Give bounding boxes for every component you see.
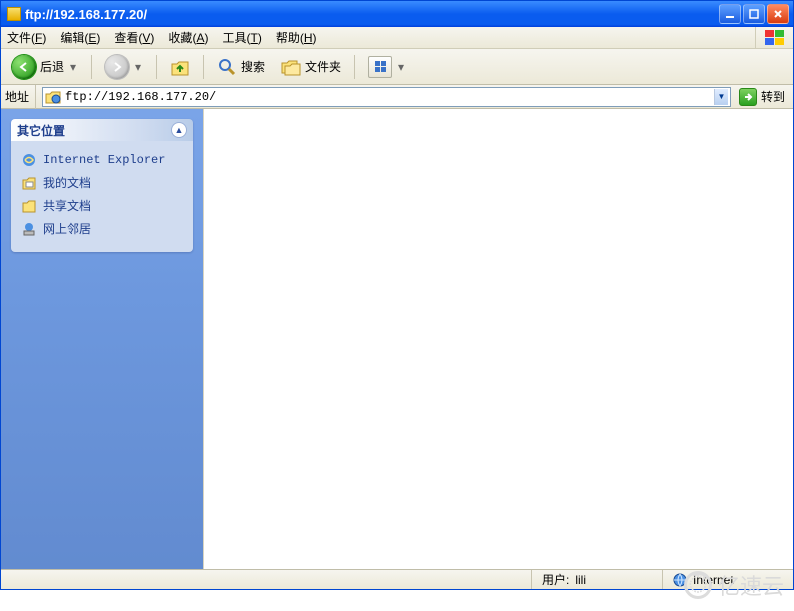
explorer-window: ftp://192.168.177.20/ 文件(F) 编辑(E) 查看(V) … bbox=[0, 0, 794, 590]
client-area: 其它位置 ▲ Internet Explorer 我的文档 bbox=[1, 109, 793, 569]
separator bbox=[203, 55, 204, 79]
sidebar-item-network[interactable]: 网上邻居 bbox=[21, 217, 183, 240]
sidebar-item-shared[interactable]: 共享文档 bbox=[21, 194, 183, 217]
search-label: 搜索 bbox=[241, 58, 265, 75]
go-label: 转到 bbox=[761, 88, 785, 105]
window-title: ftp://192.168.177.20/ bbox=[25, 7, 147, 22]
chevron-down-icon: ▾ bbox=[68, 60, 78, 74]
menu-edit[interactable]: 编辑(E) bbox=[58, 27, 102, 48]
user-label: 用户: bbox=[542, 571, 569, 588]
chevron-down-icon[interactable]: ▼ bbox=[714, 89, 728, 105]
shared-documents-icon bbox=[21, 198, 37, 214]
watermark-text: 亿速云 bbox=[718, 569, 784, 601]
sidebar-item-label: Internet Explorer bbox=[43, 153, 165, 167]
status-message bbox=[1, 570, 531, 589]
window-controls bbox=[719, 4, 793, 24]
watermark-icon: ୖ bbox=[684, 571, 712, 599]
folders-label: 文件夹 bbox=[305, 58, 341, 75]
panel-title: 其它位置 bbox=[17, 122, 65, 139]
watermark: ୖ 亿速云 bbox=[684, 569, 784, 601]
back-button[interactable]: 后退 ▾ bbox=[7, 52, 83, 82]
search-icon bbox=[217, 57, 237, 77]
menubar: 文件(F) 编辑(E) 查看(V) 收藏(A) 工具(T) 帮助(H) bbox=[1, 27, 793, 49]
file-list-pane[interactable] bbox=[203, 109, 793, 569]
search-button[interactable]: 搜索 bbox=[212, 54, 270, 80]
up-button[interactable] bbox=[165, 54, 195, 80]
status-bar: 用户: lili Internet bbox=[1, 569, 793, 589]
address-bar: 地址 ftp://192.168.177.20/ ▼ 转到 bbox=[1, 85, 793, 109]
address-url: ftp://192.168.177.20/ bbox=[65, 90, 714, 104]
sidebar-item-label: 我的文档 bbox=[43, 174, 91, 191]
folder-up-icon bbox=[170, 57, 190, 77]
go-button[interactable]: 转到 bbox=[735, 87, 789, 107]
panel-body: Internet Explorer 我的文档 共享文档 bbox=[11, 141, 193, 252]
separator bbox=[35, 85, 36, 109]
ftp-folder-icon bbox=[45, 89, 61, 105]
menu-file[interactable]: 文件(F) bbox=[5, 27, 48, 48]
windows-flag-icon bbox=[755, 27, 793, 48]
minimize-button[interactable] bbox=[719, 4, 741, 24]
ie-icon bbox=[21, 152, 37, 168]
folders-button[interactable]: 文件夹 bbox=[276, 55, 346, 79]
sidebar-item-label: 网上邻居 bbox=[43, 220, 91, 237]
user-value: lili bbox=[575, 573, 586, 587]
arrow-right-icon bbox=[105, 55, 129, 79]
menu-view[interactable]: 查看(V) bbox=[112, 27, 156, 48]
address-input[interactable]: ftp://192.168.177.20/ ▼ bbox=[42, 87, 731, 107]
maximize-button[interactable] bbox=[743, 4, 765, 24]
panel-header[interactable]: 其它位置 ▲ bbox=[11, 119, 193, 141]
separator bbox=[156, 55, 157, 79]
nav-toolbar: 后退 ▾ ▾ 搜索 文件夹 bbox=[1, 49, 793, 85]
chevron-down-icon: ▾ bbox=[396, 60, 406, 74]
folders-icon bbox=[281, 58, 301, 76]
views-icon bbox=[368, 56, 392, 78]
my-documents-icon bbox=[21, 175, 37, 191]
views-button[interactable]: ▾ bbox=[363, 53, 411, 81]
titlebar[interactable]: ftp://192.168.177.20/ bbox=[1, 1, 793, 27]
sidebar-item-mydocs[interactable]: 我的文档 bbox=[21, 171, 183, 194]
menu-fav[interactable]: 收藏(A) bbox=[166, 27, 210, 48]
address-label: 地址 bbox=[5, 88, 29, 105]
sidebar: 其它位置 ▲ Internet Explorer 我的文档 bbox=[1, 109, 203, 569]
go-arrow-icon bbox=[739, 88, 757, 106]
menu-help[interactable]: 帮助(H) bbox=[274, 27, 319, 48]
chevron-down-icon: ▾ bbox=[133, 60, 143, 74]
separator bbox=[91, 55, 92, 79]
close-button[interactable] bbox=[767, 4, 789, 24]
collapse-icon[interactable]: ▲ bbox=[171, 122, 187, 138]
app-icon bbox=[7, 7, 21, 21]
back-label: 后退 bbox=[40, 58, 64, 75]
menu-tools[interactable]: 工具(T) bbox=[220, 27, 263, 48]
sidebar-item-ie[interactable]: Internet Explorer bbox=[21, 149, 183, 171]
sidebar-item-label: 共享文档 bbox=[43, 197, 91, 214]
network-places-icon bbox=[21, 221, 37, 237]
separator bbox=[354, 55, 355, 79]
arrow-left-icon bbox=[12, 55, 36, 79]
status-user: 用户: lili bbox=[532, 570, 662, 589]
forward-button[interactable]: ▾ bbox=[100, 52, 148, 82]
other-places-panel: 其它位置 ▲ Internet Explorer 我的文档 bbox=[11, 119, 193, 252]
